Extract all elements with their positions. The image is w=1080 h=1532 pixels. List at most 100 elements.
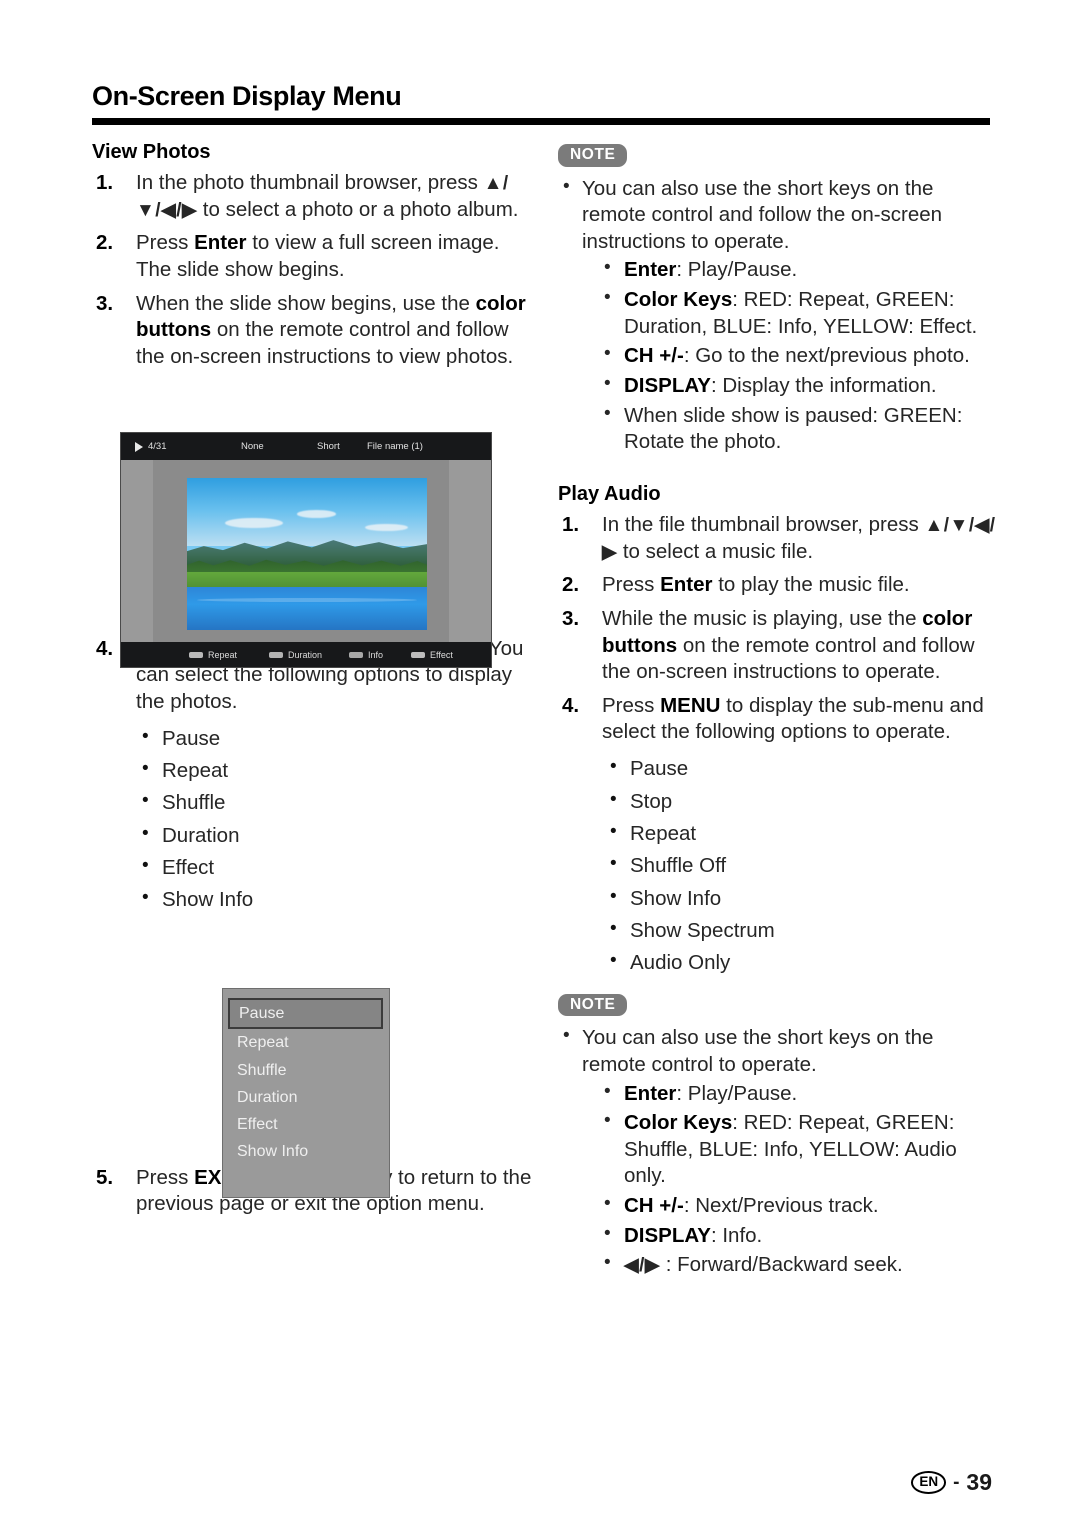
note-intro-list: You can also use the short keys on the r…: [558, 175, 998, 256]
step-item: 3. When the slide show begins, use the c…: [92, 291, 532, 371]
color-key-info: Info: [349, 650, 383, 660]
step-text: Press Enter to view a full screen image.…: [136, 231, 500, 282]
color-key-label: Repeat: [208, 649, 238, 660]
note-items-audio: Enter: Play/Pause.Color Keys: RED: Repea…: [598, 1080, 998, 1280]
title-rule: [92, 117, 990, 125]
tv-photo-viewer-screenshot: 4/31 None Short File name (1) Repeat Dur…: [120, 432, 492, 668]
list-item: Show Info: [604, 882, 998, 915]
list-item: Shuffle: [136, 786, 532, 819]
osd-menu-item[interactable]: Shuffle: [223, 1057, 389, 1084]
note-items-photos: Enter: Play/Pause.Color Keys: RED: Repea…: [598, 256, 998, 456]
osd-menu-item[interactable]: Pause: [228, 998, 383, 1030]
right-column: NOTE You can also use the short keys on …: [558, 140, 998, 1282]
list-item: Effect: [136, 851, 532, 884]
note-badge: NOTE: [558, 144, 628, 167]
step-text: Press MENU to display the sub-menu and s…: [602, 693, 984, 744]
color-key-duration: Duration: [269, 650, 322, 660]
note-item: When slide show is paused: GREEN: Rotate…: [598, 402, 998, 456]
play-audio-steps: 1. In the file thumbnail browser, press …: [558, 512, 998, 746]
list-item: Show Spectrum: [604, 914, 998, 947]
photo-options-list: PauseRepeatShuffleDurationEffectShow Inf…: [136, 721, 532, 917]
osd-menu-item[interactable]: Show Info: [223, 1138, 389, 1165]
key-chip-icon: [269, 651, 283, 658]
step-item: 3. While the music is playing, use the c…: [558, 606, 998, 686]
page-header: On-Screen Display Menu: [92, 81, 992, 125]
photo-lake: [187, 587, 427, 630]
note-item: Color Keys: RED: Repeat, GREEN: Shuffle,…: [598, 1109, 998, 1190]
step-text: When the slide show begins, use the colo…: [136, 291, 526, 368]
osd-menu-item[interactable]: Duration: [223, 1084, 389, 1111]
tv-color-key-bar: Repeat Duration Info Effect: [121, 642, 491, 667]
manual-page: On-Screen Display Menu View Photos 1. In…: [0, 0, 1080, 1532]
note-item: DISPLAY: Display the information.: [598, 372, 998, 400]
photo-counter: 4/31: [148, 441, 167, 452]
note-item: Enter: Play/Pause.: [598, 256, 998, 284]
step-number: 2.: [96, 231, 114, 255]
file-name-value: File name (1): [367, 441, 423, 452]
note-item: ◀/▶ : Forward/Backward seek.: [598, 1251, 998, 1279]
step-text: In the photo thumbnail browser, press ▲/…: [136, 171, 519, 221]
color-key-label: Info: [368, 649, 384, 660]
step-text: In the file thumbnail browser, press ▲/▼…: [602, 512, 996, 563]
list-item: Shuffle Off: [604, 849, 998, 882]
key-chip-icon: [349, 651, 363, 658]
note-block-audio: NOTE You can also use the short keys on …: [558, 993, 998, 1280]
note-item: DISPLAY: Info.: [598, 1222, 998, 1250]
step-number: 1.: [562, 512, 580, 536]
list-item: Repeat: [604, 817, 998, 850]
note-block-photos: NOTE You can also use the short keys on …: [558, 144, 998, 456]
step-number: 4.: [96, 636, 114, 660]
osd-menu-item[interactable]: Effect: [223, 1111, 389, 1138]
step-number: 2.: [562, 573, 580, 597]
osd-menu-item[interactable]: Repeat: [223, 1029, 389, 1056]
key-chip-icon: [189, 651, 203, 658]
effect-value: None: [241, 441, 264, 452]
osd-submenu-screenshot: Pause Repeat Shuffle Duration Effect Show Inf…: [222, 988, 390, 1198]
play-icon: [135, 441, 143, 452]
step-text: Press Enter to play the music file.: [602, 573, 910, 597]
step-item: 2. Press Enter to play the music file.: [558, 572, 998, 599]
section-heading-play-audio: Play Audio: [558, 482, 661, 505]
tv-viewport: [121, 460, 491, 642]
list-item: Stop: [604, 784, 998, 818]
photo-cloud: [297, 509, 336, 518]
color-key-repeat: Repeat: [189, 650, 237, 660]
photo-grass: [187, 572, 427, 589]
step-item: 2. Press Enter to view a full screen ima…: [92, 230, 532, 283]
step-number: 5.: [96, 1165, 114, 1189]
list-item: Audio Only: [604, 946, 998, 979]
page-title: On-Screen Display Menu: [92, 81, 402, 111]
list-item: Duration: [136, 819, 532, 852]
list-item: Pause: [604, 752, 998, 785]
step-number: 3.: [96, 291, 114, 315]
key-chip-icon: [411, 651, 425, 658]
list-item: Show Info: [136, 883, 532, 916]
list-item: Repeat: [136, 754, 532, 787]
language-badge: EN: [911, 1471, 947, 1494]
footer-separator: -: [953, 1471, 960, 1493]
note-intro: You can also use the short keys on the r…: [558, 1024, 998, 1078]
note-item: Enter: Play/Pause.: [598, 1080, 998, 1108]
section-heading-view-photos: View Photos: [92, 141, 211, 163]
page-footer: EN - 39: [911, 1469, 992, 1496]
view-photos-steps: 1. In the photo thumbnail browser, press…: [92, 170, 532, 371]
note-badge: NOTE: [558, 993, 628, 1017]
page-number: 39: [966, 1469, 992, 1495]
step-number: 3.: [562, 606, 580, 630]
step-item: 1. In the photo thumbnail browser, press…: [92, 170, 532, 223]
color-key-label: Duration: [288, 649, 323, 660]
note-item: CH +/-: Go to the next/previous photo.: [598, 342, 998, 370]
tv-top-status-bar: 4/31 None Short File name (1): [121, 433, 491, 460]
note-intro-list: You can also use the short keys on the r…: [558, 1024, 998, 1078]
landscape-photo: [187, 478, 427, 630]
color-key-label: Effect: [430, 649, 453, 660]
note-item: Color Keys: RED: Repeat, GREEN: Duration…: [598, 286, 998, 340]
step-number: 4.: [562, 693, 580, 717]
step-text: While the music is playing, use the colo…: [602, 606, 975, 684]
list-item: Pause: [136, 721, 532, 755]
step-number: 1.: [96, 171, 114, 194]
audio-options-list: PauseStopRepeatShuffle OffShow InfoShow …: [604, 752, 998, 980]
color-key-effect: Effect: [411, 650, 453, 660]
photo-cloud: [225, 517, 283, 529]
note-intro: You can also use the short keys on the r…: [558, 175, 998, 256]
